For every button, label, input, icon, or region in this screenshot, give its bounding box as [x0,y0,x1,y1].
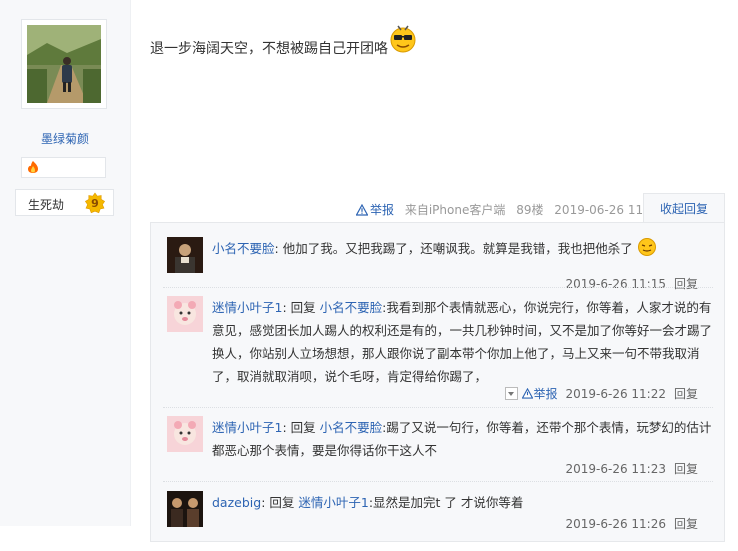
author-sidebar: 墨绿菊颜 生死劫 9 [0,0,131,526]
reply-body: dazebig: 回复 迷情小叶子1:显然是加完t 了 才说你等着 [212,491,712,514]
post-content: 退一步海阔天空，不想被踢自己开团咯 [150,41,388,57]
level-number: 9 [91,197,99,210]
reply-body: 迷情小叶子1: 回复 小名不要脸:我看到那个表情就恶心，你说完行，你等着，人家才… [212,296,712,388]
reply-to-user-link[interactable]: 小名不要脸 [320,420,383,435]
reply-avatar[interactable] [167,237,203,273]
reply-sep: : [274,241,283,256]
reply-avatar[interactable] [167,491,203,527]
reply-divider [163,287,713,288]
post-report-link[interactable]: 举报 [356,203,398,217]
reply-time: 2019-6-26 11:23 [565,462,666,476]
report-label: 举报 [370,203,395,217]
smiley-icon [637,238,656,256]
reply-divider [163,407,713,408]
post-source: 来自iPhone客户端 [404,203,506,217]
reply-user-link[interactable]: 迷情小叶子1 [212,420,282,435]
reply-dropdown-toggle[interactable] [505,387,519,400]
reply-prefix: 回复 [290,420,320,435]
reply-item: 迷情小叶子1: 回复 小名不要脸:我看到那个表情就恶心，你说完行，你等着，人家才… [165,296,712,406]
reply-item: 迷情小叶子1: 回复 小名不要脸:踢了又说一句行，你等着，还带个那个表情，玩梦幻… [165,416,712,478]
warning-icon [356,204,368,216]
reply-button[interactable]: 回复 [674,277,698,291]
collapse-replies-button[interactable]: 收起回复 [643,193,725,224]
reply-avatar[interactable] [167,296,203,332]
reply-text: :显然是加完t 了 才说你等着 [368,495,524,510]
reply-to-user-link[interactable]: 迷情小叶子1 [298,495,368,510]
reply-footer: 2019-6-26 11:26 回复 [565,515,698,532]
user-level-bar [21,157,106,178]
reply-time: 2019-6-26 11:15 [565,277,666,291]
reply-body: 迷情小叶子1: 回复 小名不要脸:踢了又说一句行，你等着，还带个那个表情，玩梦幻… [212,416,712,462]
reply-text: 他加了我。又把我踢了，还嘲讽我。就算是我错，我也把他杀了 [282,241,633,256]
reply-avatar[interactable] [167,416,203,452]
reply-prefix: 回复 [290,300,320,315]
reply-sep: : [282,300,291,315]
warning-icon [521,387,534,399]
reply-button[interactable]: 回复 [674,517,698,531]
smiley-icon [390,25,416,53]
reply-divider [163,481,713,482]
reply-report-link[interactable]: 举报 [533,387,557,401]
post-meta: 举报 来自iPhone客户端 89楼 2019-06-26 11:12 [356,201,669,218]
reply-button[interactable]: 回复 [674,387,698,401]
reply-footer: 2019-6-26 11:15 回复 [565,275,698,292]
reply-user-link[interactable]: 迷情小叶子1 [212,300,282,315]
author-avatar[interactable] [21,19,107,109]
reply-time: 2019-6-26 11:26 [565,517,666,531]
replies-panel: 小名不要脸: 他加了我。又把我踢了，还嘲讽我。就算是我错，我也把他杀了 2019… [150,222,725,542]
reply-prefix: 回复 [269,495,299,510]
reply-footer: 2019-6-26 11:23 回复 [565,460,698,477]
avatar-photo [27,25,101,103]
rank-name: 生死劫 [28,198,65,212]
reply-footer: 举报 2019-6-26 11:22 回复 [505,385,698,402]
reply-button[interactable]: 回复 [674,462,698,476]
user-rank-box: 生死劫 9 [15,189,114,216]
reply-item: 小名不要脸: 他加了我。又把我踢了，还嘲讽我。就算是我错，我也把他杀了 2019… [165,237,712,297]
level-flame-icon [28,161,38,173]
author-name[interactable]: 墨绿菊颜 [0,130,130,147]
reply-user-link[interactable]: dazebig [212,495,261,510]
reply-body: 小名不要脸: 他加了我。又把我踢了，还嘲讽我。就算是我错，我也把他杀了 [212,237,712,260]
reply-sep: : [282,420,291,435]
reply-time: 2019-6-26 11:22 [565,387,666,401]
reply-item: dazebig: 回复 迷情小叶子1:显然是加完t 了 才说你等着 2019-6… [165,491,712,551]
post-floor: 89楼 [516,203,544,217]
level-badge-icon: 9 [84,192,106,214]
reply-to-user-link[interactable]: 小名不要脸 [320,300,383,315]
reply-user-link[interactable]: 小名不要脸 [212,241,275,256]
